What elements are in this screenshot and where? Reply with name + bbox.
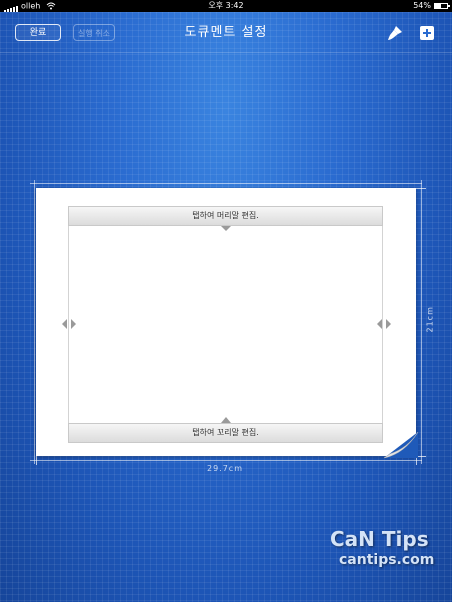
page-curl-icon[interactable] (384, 432, 418, 458)
header-edit-bar[interactable]: 탭하여 머리말 편집. (68, 206, 383, 226)
right-margin-handle-icon[interactable] (377, 319, 391, 329)
status-time: 오후 3:42 (208, 1, 244, 10)
watermark-title: CaN Tips (330, 527, 429, 551)
battery-status: 54% (413, 0, 450, 12)
left-ruler-line (34, 180, 35, 464)
add-page-icon[interactable] (418, 24, 436, 42)
width-ruler-tick-left (36, 455, 37, 465)
width-ruler-line (30, 460, 422, 461)
footer-margin-handle-icon[interactable] (221, 417, 231, 423)
footer-edit-bar[interactable]: 탭하여 꼬리말 편집. (68, 423, 383, 443)
page-title: 도큐멘트 설정 (184, 25, 268, 40)
width-label: 29.7cm (206, 464, 243, 473)
battery-icon (434, 3, 450, 9)
status-bar: olleh 오후 3:42 54% (0, 0, 452, 12)
battery-percent: 54% (413, 1, 431, 10)
toolbar: 완료 실행 취소 도큐멘트 설정 (0, 12, 452, 53)
header-margin-handle-icon[interactable] (221, 226, 231, 232)
content-area[interactable] (68, 206, 383, 443)
left-margin-handle-icon[interactable] (62, 319, 76, 329)
watermark-url: cantips.com (339, 552, 435, 568)
height-ruler-tick-top (416, 188, 426, 189)
top-ruler-line (30, 183, 422, 184)
height-ruler-line (421, 180, 422, 464)
height-label: 21cm (425, 306, 435, 333)
paintbrush-icon[interactable] (386, 24, 404, 42)
